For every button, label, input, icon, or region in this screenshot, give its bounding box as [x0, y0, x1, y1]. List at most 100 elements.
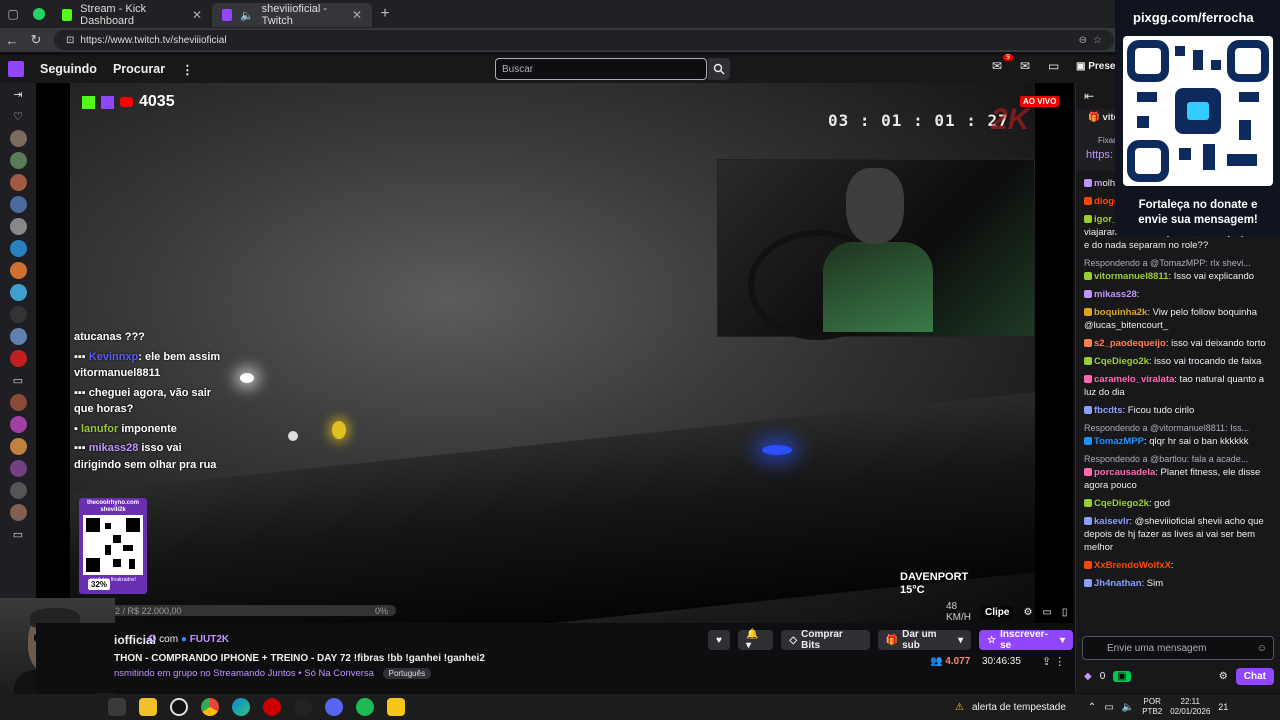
chat-send-button[interactable]: Chat [1235, 667, 1274, 685]
channel-avatar[interactable] [0, 457, 36, 479]
notification-bell-button[interactable]: 🔔 ▾ [737, 629, 774, 651]
edge-icon[interactable] [232, 698, 250, 716]
channel-avatar[interactable] [0, 149, 36, 171]
chat-input[interactable]: Envie uma mensagem ☺ [1082, 636, 1274, 660]
nav-browse[interactable]: Procurar [105, 62, 173, 76]
channel-avatar[interactable] [0, 413, 36, 435]
overlay-chat-line: ▪ lanufor imponente [74, 422, 177, 435]
twitch-logo[interactable] [0, 61, 32, 77]
nav-following[interactable]: Seguindo [32, 62, 105, 76]
activity-icon[interactable]: ▭ [1048, 59, 1062, 73]
back-icon[interactable]: ← [0, 33, 24, 48]
channel-avatar[interactable] [0, 391, 36, 413]
new-tab-button[interactable]: + [372, 0, 398, 28]
close-icon[interactable]: ✕ [352, 8, 362, 22]
co-streamer-name[interactable]: FUUT2K [190, 634, 229, 645]
chat-username[interactable]: TomazMPP [1094, 436, 1144, 447]
app-icon[interactable] [108, 698, 126, 716]
channel-avatar[interactable] [0, 215, 36, 237]
qr-code [83, 515, 143, 576]
weather-alert[interactable]: alerta de tempestade [972, 702, 1066, 713]
spotify-icon[interactable] [356, 698, 374, 716]
whatsapp-tab-icon[interactable] [26, 0, 52, 28]
gift-sub-button[interactable]: 🎁 Dar um sub ▾ [877, 629, 972, 651]
tab-twitch[interactable]: 🔈 sheviiioficial - Twitch ✕ [212, 3, 372, 27]
whispers-icon[interactable]: ✉ [1020, 59, 1034, 73]
channel-avatar[interactable] [0, 303, 36, 325]
app-icon[interactable] [294, 698, 312, 716]
star-icon[interactable]: ☆ [1093, 35, 1102, 46]
obs-icon[interactable] [170, 698, 188, 716]
chat-username[interactable]: caramelo_viralata [1094, 374, 1174, 385]
channel-avatar[interactable] [0, 237, 36, 259]
channel-avatar[interactable] [0, 193, 36, 215]
tab-kick-dashboard[interactable]: Stream - Kick Dashboard ✕ [52, 3, 212, 27]
clock[interactable]: 22:11 02/01/2026 [1170, 697, 1210, 717]
warning-icon[interactable]: ⚠ [955, 702, 964, 713]
reply-context[interactable]: Respondendo a @bartlou: fala a acade... [1084, 453, 1272, 466]
workspace-icon[interactable]: ▢ [0, 0, 26, 28]
channel-avatar[interactable] [0, 435, 36, 457]
chat-username[interactable]: vitormanuel8811 [1094, 271, 1168, 282]
more-icon[interactable]: ⋮ [173, 62, 202, 77]
expand-sidebar-icon[interactable]: ⇥ [0, 83, 36, 105]
stream-category[interactable]: nsmitindo em grupo no Streamando Juntos … [114, 668, 374, 679]
app-icon[interactable] [387, 698, 405, 716]
tray-chevron-icon[interactable]: ⌃ [1088, 702, 1096, 713]
reload-icon[interactable]: ↻ [24, 32, 48, 48]
url-field[interactable]: ⊡ https://www.twitch.tv/sheviiioficial ⊖… [54, 30, 1114, 50]
chat-username[interactable]: fbcdts [1094, 405, 1123, 416]
volume-icon[interactable]: 🔈 [1122, 702, 1134, 713]
buy-bits-button[interactable]: ◇ Comprar Bits [781, 629, 870, 651]
channel-points-icon[interactable]: ◆ [1084, 671, 1092, 682]
sidebar-toggle-icon[interactable]: ▯ [1062, 607, 1068, 618]
video-icon[interactable]: ▭ [0, 369, 36, 391]
channel-avatar[interactable] [0, 479, 36, 501]
chat-settings-icon[interactable]: ⚙ [1219, 671, 1228, 682]
zoom-icon[interactable]: ⊖ [1079, 35, 1087, 46]
notification-center-icon[interactable]: 21 [1218, 702, 1228, 712]
speaker-icon[interactable]: 🔈 [240, 9, 254, 22]
search-button[interactable] [708, 58, 730, 80]
settings-icon[interactable]: ⚙ [1023, 607, 1032, 618]
reply-context[interactable]: Respondendo a @vitormanuel8811: Iss... [1084, 422, 1272, 435]
chat-username[interactable]: Jh4nathan [1094, 578, 1142, 589]
channel-avatar[interactable] [0, 127, 36, 149]
bonus-chest-icon[interactable]: ▣ [1113, 670, 1131, 682]
channel-avatar[interactable] [0, 347, 36, 369]
channel-avatar[interactable] [0, 501, 36, 523]
input-language[interactable]: POR PTB2 [1142, 697, 1162, 717]
notifications-icon[interactable]: ✉ 9 [992, 54, 1013, 73]
channel-avatar[interactable] [0, 325, 36, 347]
file-explorer-icon[interactable] [139, 698, 157, 716]
collapse-chat-icon[interactable]: ⇤ [1084, 89, 1094, 103]
chat-username[interactable]: kaisevlr [1094, 516, 1129, 527]
emote-icon[interactable]: ☺ [1257, 643, 1267, 654]
clip-button[interactable]: Clipe [981, 605, 1014, 619]
chat-username[interactable]: CqeDiego2k [1094, 356, 1149, 367]
chrome-icon[interactable] [201, 698, 219, 716]
chat-username[interactable]: porcausadela [1094, 467, 1155, 478]
channel-avatar[interactable] [0, 259, 36, 281]
chat-username[interactable]: mikass28 [1094, 289, 1137, 300]
channel-avatar[interactable] [0, 281, 36, 303]
chat-username[interactable]: s2_paodequeijo [1094, 338, 1166, 349]
video-icon[interactable]: ▭ [0, 523, 36, 545]
network-icon[interactable]: ▭ [1104, 702, 1113, 713]
chat-username[interactable]: boquinha2k [1094, 307, 1147, 318]
video-player[interactable]: 4035 03 : 01 : 01 : 27 2K AO VIVO atucan… [36, 83, 1073, 623]
discord-icon[interactable] [325, 698, 343, 716]
chat-username[interactable]: XxBrendoWolfxX [1094, 560, 1171, 571]
share-icon[interactable]: ⇪ ⋮ [1042, 655, 1065, 668]
pinned-text[interactable]: https: [1086, 149, 1113, 161]
chat-username[interactable]: CqeDiego2k [1094, 498, 1149, 509]
channel-avatar[interactable] [0, 171, 36, 193]
follow-heart-button[interactable]: ♥ [708, 630, 730, 650]
close-icon[interactable]: ✕ [192, 8, 202, 22]
subscribe-button[interactable]: ☆ Inscrever-se ▾ [979, 629, 1074, 651]
search-input[interactable]: Buscar [495, 58, 707, 80]
language-tag[interactable]: Português [382, 668, 432, 679]
opera-icon[interactable] [263, 698, 281, 716]
reply-context[interactable]: Respondendo a @TomazMPP: rlx shevi... [1084, 257, 1272, 270]
theatre-mode-icon[interactable]: ▭ [1042, 607, 1051, 618]
